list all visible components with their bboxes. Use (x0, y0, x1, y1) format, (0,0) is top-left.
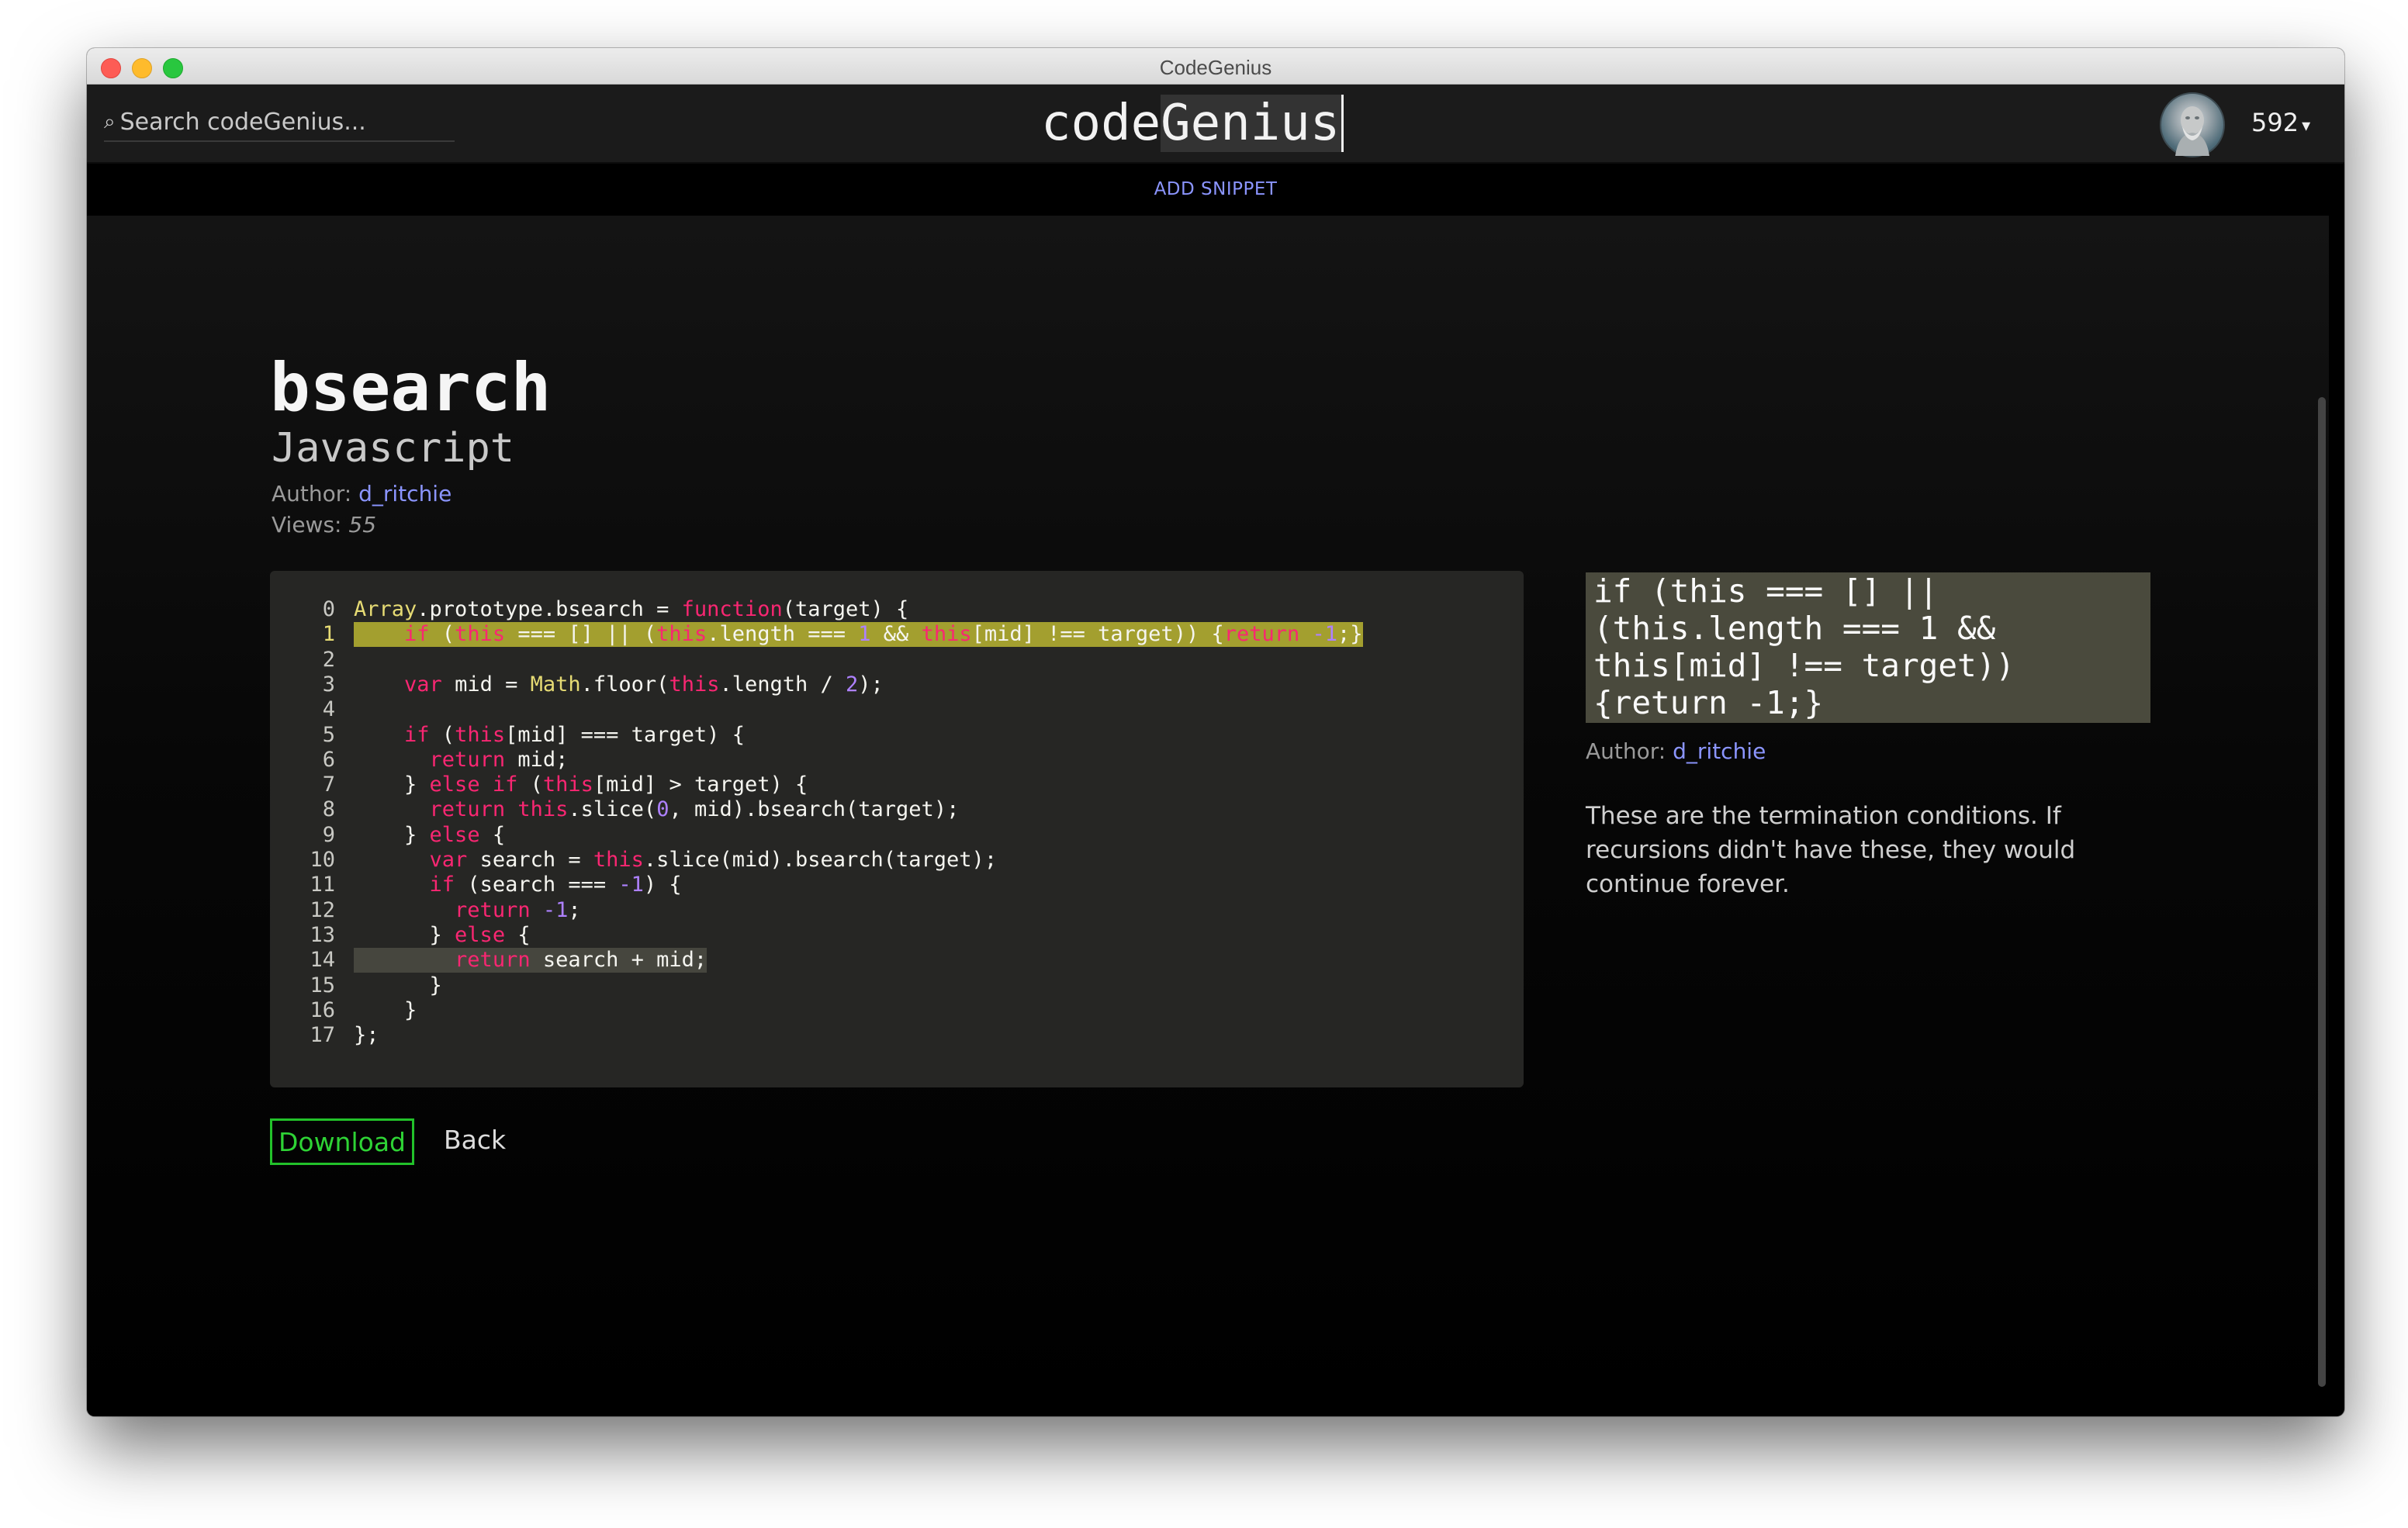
code-text: var search = this.slice(mid).bsearch(tar… (429, 848, 998, 872)
download-button[interactable]: Download (270, 1118, 414, 1165)
code-text: } else { (354, 922, 531, 947)
code-line[interactable]: 12 return -1; (270, 897, 580, 923)
user-points-menu[interactable]: 592 ▾ (2251, 108, 2310, 137)
code-line[interactable]: 15 } (270, 973, 441, 998)
code-line[interactable]: 11 if (search === -1) { (270, 873, 681, 897)
code-line[interactable]: 17}; (270, 1023, 379, 1048)
site-logo[interactable]: code Genius (1041, 95, 1344, 152)
snippet-author-line: Author: d_ritchie (272, 481, 452, 506)
line-number: 9 (322, 822, 335, 847)
line-number: 14 (310, 948, 335, 973)
code-text: } else if (this[mid] > target) { (354, 773, 808, 797)
code-text: if (search === -1) { (429, 873, 682, 897)
code-text: } (354, 973, 442, 997)
code-text: } else { (354, 822, 506, 847)
line-number: 2 (322, 647, 335, 672)
window-title: CodeGenius (1159, 56, 1272, 79)
line-number: 1 (322, 622, 335, 647)
code-line[interactable]: 2 (270, 648, 335, 672)
views-count: 55 (348, 512, 377, 538)
line-number: 15 (310, 973, 335, 997)
scrollbar[interactable] (2318, 397, 2326, 1387)
code-viewer[interactable]: 0 Array.prototype.bsearch = function(targ… (270, 571, 1524, 1087)
line-number: 4 (322, 697, 335, 722)
code-text: }; (354, 1023, 379, 1048)
sub-navigation: ADD SNIPPET (87, 164, 2344, 215)
avatar-portrait-icon (2175, 106, 2209, 156)
user-avatar[interactable] (2160, 92, 2225, 157)
code-line[interactable]: 4 (270, 697, 335, 722)
main-content: bsearch Javascript Author: d_ritchie Vie… (87, 216, 2329, 1416)
search-icon: ⌕ (104, 109, 116, 133)
code-text: return mid; (429, 747, 569, 772)
top-header: ⌕ codeGenius 592▾ (87, 85, 2344, 164)
annotation-author-line: Author: d_ritchie (1586, 738, 1766, 764)
line-number: 11 (310, 873, 335, 897)
annotation-author-link[interactable]: d_ritchie (1673, 738, 1766, 764)
code-line[interactable]: 8 return this.slice(0, mid).bsearch(targ… (270, 797, 960, 822)
snippet-title: bsearch (270, 349, 552, 427)
code-line[interactable]: 13 } else { (270, 922, 530, 948)
app-window: CodeGenius ⌕ codeGenius 592▾ ADD SNIPPET… (87, 48, 2344, 1416)
code-line[interactable]: 9 } else { (270, 822, 505, 848)
line-number: 13 (310, 922, 335, 947)
code-line[interactable]: 14 return search + mid; (270, 948, 708, 973)
code-text: return -1; (455, 897, 581, 922)
search-input[interactable] (119, 108, 438, 136)
code-text: } (354, 997, 417, 1022)
code-line[interactable]: 1 if (this === [] || (this.length === 1 … (270, 622, 1363, 648)
code-line[interactable]: 10 var search = this.slice(mid).bsearch(… (270, 848, 997, 873)
code-text: return this.slice(0, mid).bsearch(target… (429, 797, 960, 822)
code-line[interactable]: 5 if (this[mid] === target) { (270, 722, 745, 748)
code-text: var mid = Math.floor(this.length / 2); (404, 672, 884, 697)
code-text: if (this === [] || (this.length === 1 &&… (354, 622, 1363, 648)
line-number: 8 (322, 797, 335, 822)
code-text: return search + mid; (354, 948, 708, 973)
code-text: if (this[mid] === target) { (404, 722, 745, 747)
line-number: 5 (322, 722, 335, 747)
line-number: 6 (322, 747, 335, 772)
line-number: 12 (310, 897, 335, 922)
logo-genius-text: Genius (1161, 95, 1344, 152)
code-line[interactable]: 7 } else if (this[mid] > target) { (270, 773, 808, 797)
annotation-author-label: Author: (1586, 738, 1666, 764)
author-label: Author: (272, 481, 352, 506)
code-line[interactable]: 0 Array.prototype.bsearch = function(targ… (270, 597, 909, 622)
line-number: 7 (322, 773, 335, 797)
back-link[interactable]: Back (444, 1125, 506, 1155)
chevron-down-icon: ▾ (2302, 116, 2311, 136)
search-box[interactable]: ⌕ (104, 103, 455, 142)
annotation-text: These are the termination conditions. If… (1586, 802, 2076, 898)
code-line[interactable]: 6 return mid; (270, 747, 569, 773)
line-number: 16 (310, 997, 335, 1022)
author-link[interactable]: d_ritchie (358, 481, 452, 506)
user-points: 592 (2251, 108, 2299, 137)
line-number: 3 (322, 672, 335, 697)
snippet-language: Javascript (272, 425, 515, 472)
code-line[interactable]: 16 } (270, 997, 417, 1023)
line-number: 10 (310, 848, 335, 872)
title-bar: CodeGenius (87, 48, 2344, 85)
views-label: Views: (272, 512, 342, 538)
line-number: 0 (322, 597, 335, 621)
code-text: Array.prototype.bsearch = function(targe… (354, 597, 909, 621)
line-number: 17 (310, 1023, 335, 1048)
code-line[interactable]: 3 var mid = Math.floor(this.length / 2); (270, 672, 884, 697)
annotation-code-excerpt: if (this === [] || (this.length === 1 &&… (1586, 572, 2150, 723)
logo-code-text: code (1041, 95, 1161, 152)
snippet-views-line: Views: 55 (272, 512, 376, 538)
add-snippet-link[interactable]: ADD SNIPPET (1154, 179, 1278, 199)
